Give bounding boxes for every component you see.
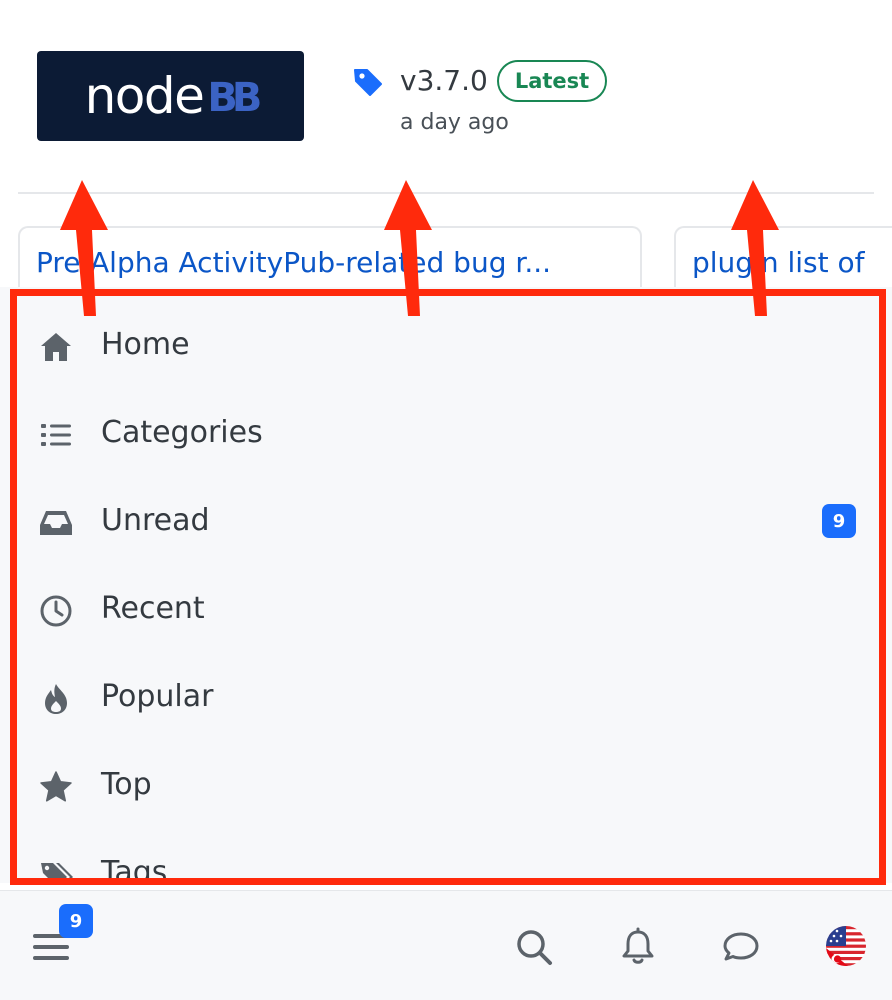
tags-icon xyxy=(38,857,74,883)
latest-badge: Latest xyxy=(497,60,607,102)
tag-icon xyxy=(352,66,384,98)
sidebar-item-home[interactable]: Home xyxy=(0,307,892,387)
fire-icon xyxy=(38,681,74,717)
logo-mark: BB xyxy=(207,75,262,121)
sidebar-item-label: Tags xyxy=(101,855,168,883)
sidebar-item-popular[interactable]: Popular xyxy=(0,659,892,739)
chat-icon[interactable] xyxy=(721,927,761,967)
sidebar-item-categories[interactable]: Categories xyxy=(0,395,892,475)
star-icon xyxy=(38,769,74,805)
sidebar-item-label: Categories xyxy=(101,415,263,450)
topic-title[interactable]: Pre-Alpha ActivityPub-related bug r... xyxy=(36,246,551,279)
sidebar-item-label: Top xyxy=(101,767,152,802)
topic-card[interactable]: plugin list of xyxy=(674,226,892,296)
sidebar-item-label: Recent xyxy=(101,591,205,626)
topic-title[interactable]: plugin list of xyxy=(692,246,865,279)
sidebar-item-label: Home xyxy=(101,327,190,362)
inbox-icon xyxy=(38,505,74,541)
list-icon xyxy=(38,417,74,453)
menu-notification-badge: 9 xyxy=(59,904,93,938)
topic-card[interactable]: Pre-Alpha ActivityPub-related bug r... xyxy=(18,226,642,296)
clock-icon xyxy=(38,593,74,629)
header-divider xyxy=(18,192,874,194)
sidebar-drawer: Home Categories Unread 9 Recent Popular … xyxy=(0,287,892,883)
bell-icon[interactable] xyxy=(618,927,658,967)
sidebar-item-tags[interactable]: Tags xyxy=(0,835,892,883)
sidebar-item-label: Popular xyxy=(101,679,214,714)
sidebar-item-label: Unread xyxy=(101,503,210,538)
sidebar-item-recent[interactable]: Recent xyxy=(0,571,892,651)
sidebar-item-top[interactable]: Top xyxy=(0,747,892,827)
sidebar-item-unread[interactable]: Unread 9 xyxy=(0,483,892,563)
release-time: a day ago xyxy=(400,110,509,135)
unread-count-badge: 9 xyxy=(822,504,856,538)
home-icon xyxy=(38,329,74,365)
avatar[interactable] xyxy=(826,926,866,966)
logo-word: node xyxy=(84,67,205,125)
nodebb-logo[interactable]: node BB xyxy=(37,51,304,141)
version-label[interactable]: v3.7.0 xyxy=(400,64,488,97)
bottom-nav-bar xyxy=(0,890,892,1000)
search-icon[interactable] xyxy=(514,927,554,967)
